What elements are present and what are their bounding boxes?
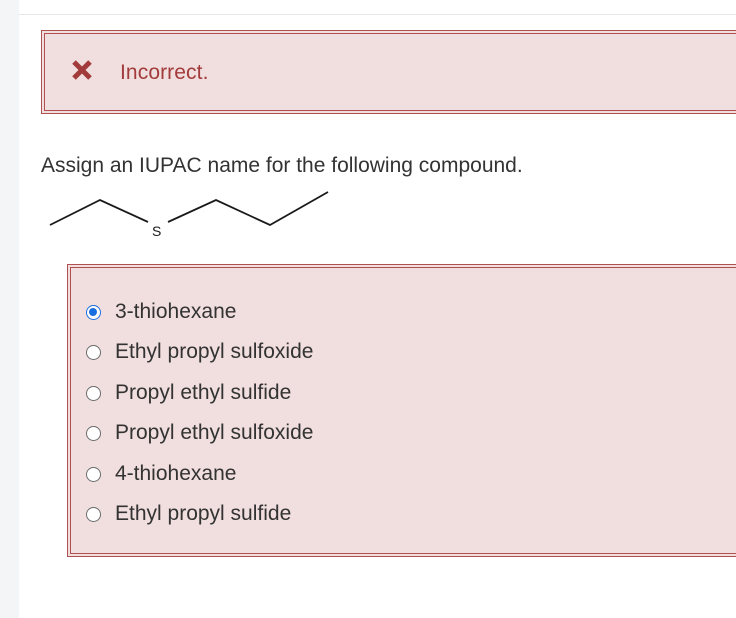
choice-label: Propyl ethyl sulfide [115,381,292,404]
radio-button[interactable] [86,466,101,482]
carbon-chain [167,191,329,227]
left-gutter [0,0,19,618]
choice-label: 3-thiohexane [115,300,237,323]
choice-option-5[interactable]: 4-thiohexane [86,459,236,489]
feedback-message: Incorrect. [120,61,209,84]
choice-option-2[interactable]: Ethyl propyl sulfoxide [86,337,313,367]
radio-button-selected[interactable] [86,304,101,320]
sulfur-atom-label: S [152,223,161,239]
question-prompt: Assign an IUPAC name for the following c… [41,154,523,177]
answer-choices: 3-thiohexane Ethyl propyl sulfoxide Prop… [67,264,736,557]
divider [19,14,736,15]
radio-button[interactable] [86,385,101,401]
choice-label: Propyl ethyl sulfoxide [115,421,314,444]
choice-label: Ethyl propyl sulfoxide [115,340,314,363]
choice-option-1[interactable]: 3-thiohexane [86,297,236,327]
choice-option-3[interactable]: Propyl ethyl sulfide [86,378,291,408]
choice-option-4[interactable]: Propyl ethyl sulfoxide [86,418,313,448]
carbon-chain [49,199,149,226]
choice-label: Ethyl propyl sulfide [115,502,292,525]
radio-button[interactable] [86,425,101,441]
close-x-icon [72,60,92,80]
radio-button[interactable] [86,506,101,522]
radio-button[interactable] [86,344,101,360]
molecule-structure: S [49,191,329,239]
feedback-banner: Incorrect. [41,30,736,114]
choice-label: 4-thiohexane [115,462,237,485]
choice-option-6[interactable]: Ethyl propyl sulfide [86,499,291,529]
